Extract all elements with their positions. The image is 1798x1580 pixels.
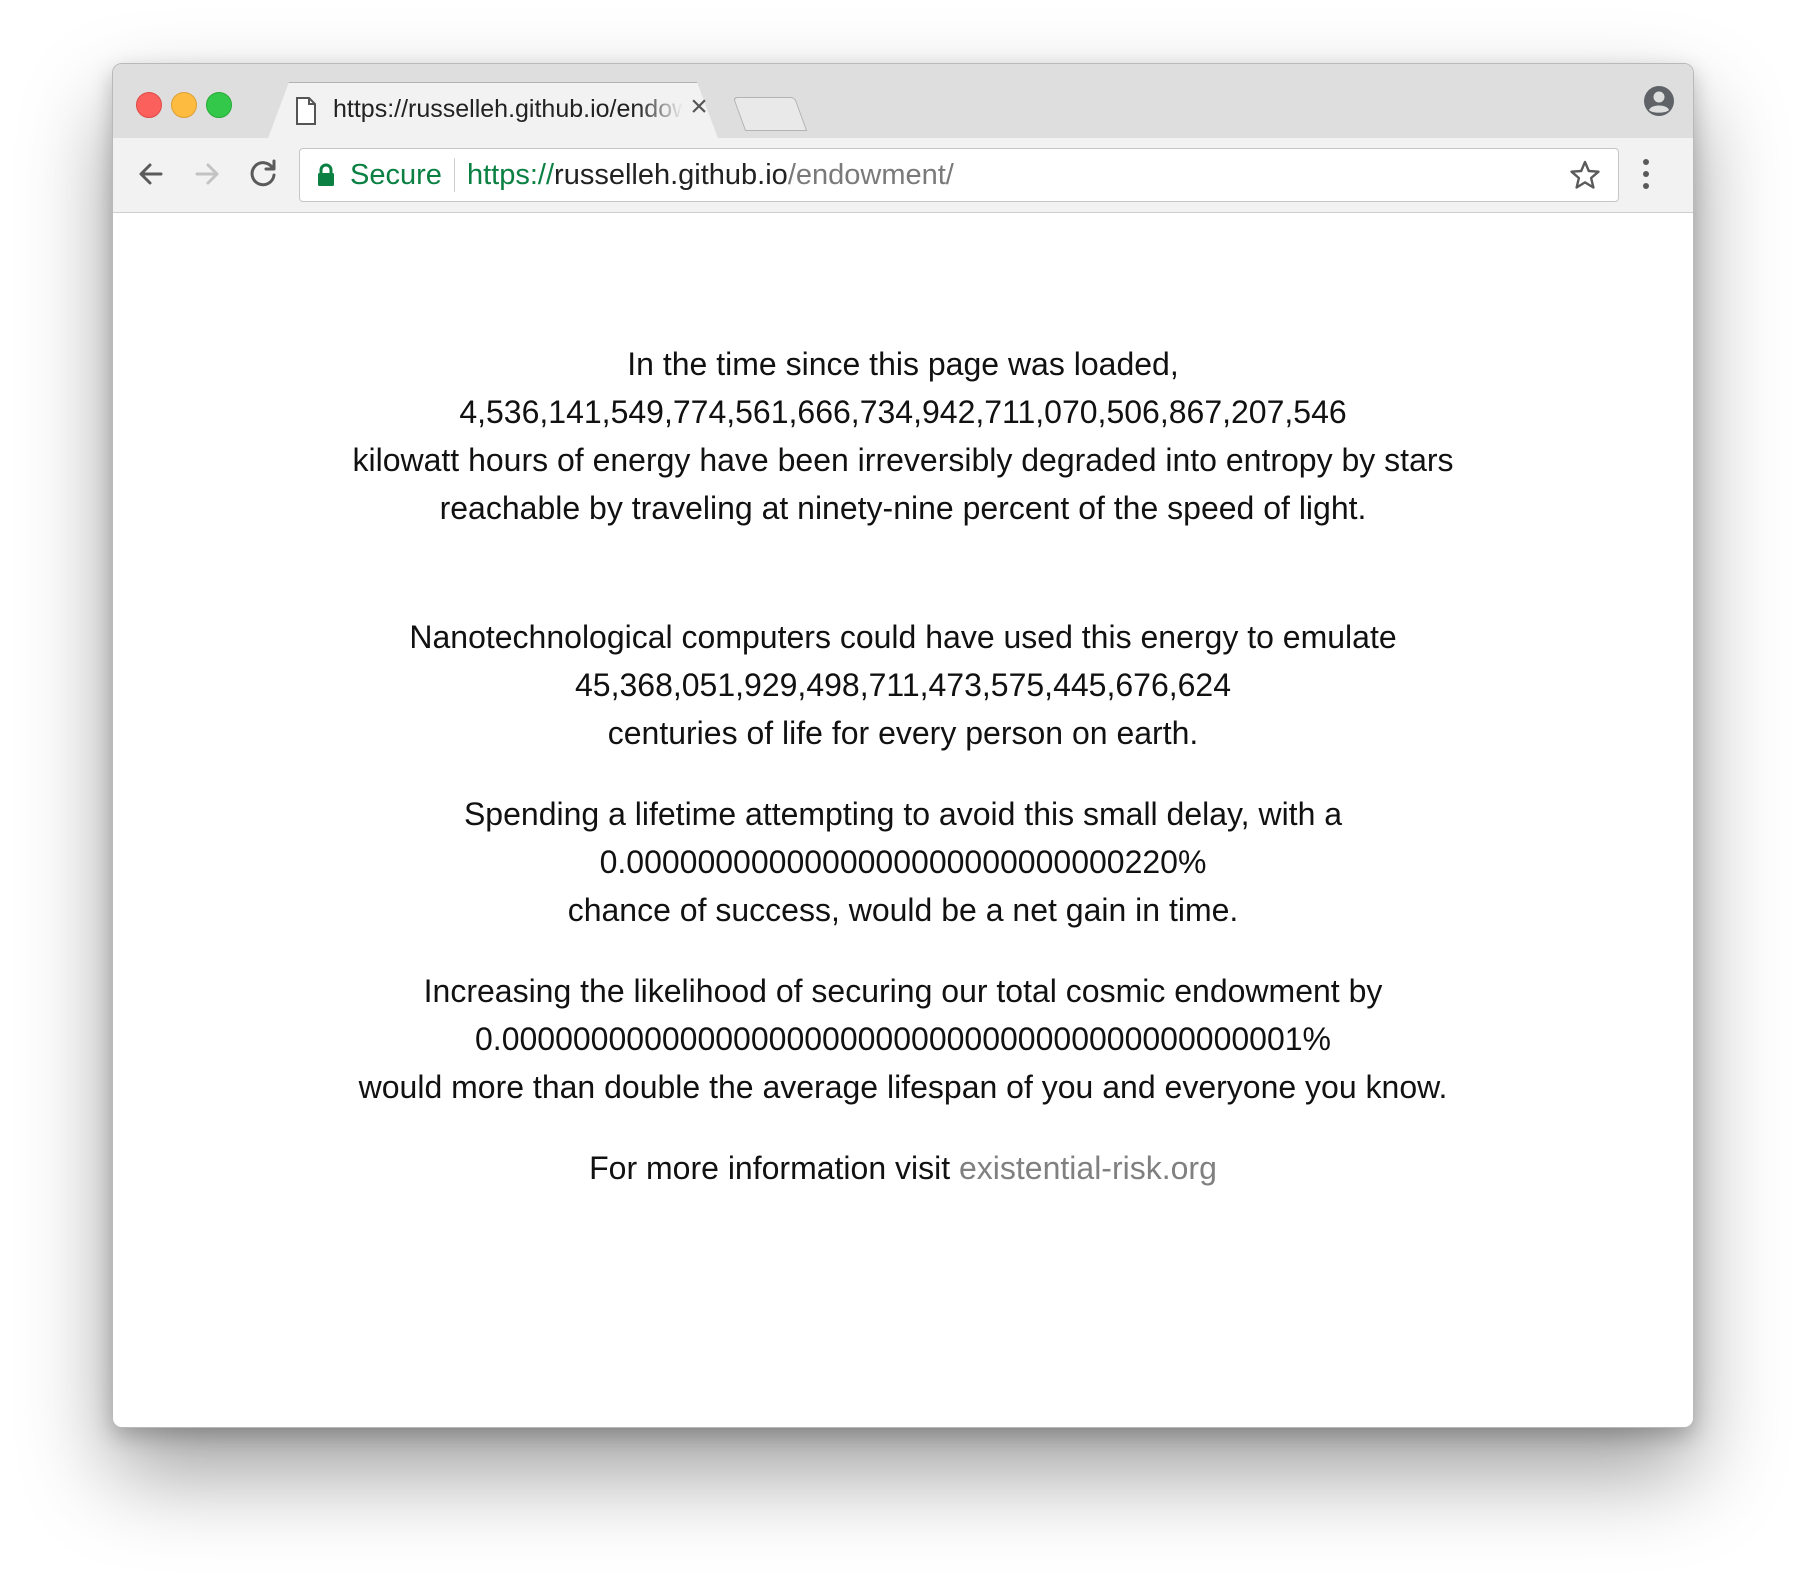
entropy-line-4: reachable by traveling at ninety-nine pe…	[439, 490, 1367, 526]
lifetime-intro: Spending a lifetime attempting to avoid …	[463, 796, 1343, 832]
profile-icon[interactable]	[1642, 84, 1676, 123]
entropy-line-3: kilowatt hours of energy have been irrev…	[352, 442, 1454, 478]
entropy-intro: In the time since this page was loaded,	[627, 346, 1179, 382]
more-info-paragraph: For more information visit existential-r…	[113, 1144, 1693, 1192]
more-info-prefix: For more information visit	[589, 1150, 959, 1186]
secure-label[interactable]: Secure	[350, 159, 442, 192]
chance-counter: 0.0000000000000000000000000000220%	[599, 844, 1207, 880]
new-tab-button[interactable]	[732, 97, 808, 131]
likelihood-counter: 0.00000000000000000000000000000000000000…	[475, 1021, 1331, 1057]
endowment-line-3: would more than double the average lifes…	[358, 1069, 1448, 1105]
zoom-window-button[interactable]	[206, 92, 232, 118]
centuries-counter: 45,368,051,929,498,711,473,575,445,676,6…	[574, 667, 1232, 703]
url-host: russelleh.github.io	[554, 159, 788, 191]
forward-arrow-icon[interactable]	[187, 154, 227, 194]
close-icon: ×	[690, 90, 708, 123]
browser-window: https://russelleh.github.io/endowment/ ×	[112, 63, 1694, 1428]
tab-strip: https://russelleh.github.io/endowment/ ×	[113, 64, 1693, 138]
page-content: In the time since this page was loaded, …	[113, 213, 1693, 1427]
close-window-button[interactable]	[136, 92, 162, 118]
emulation-intro: Nanotechnological computers could have u…	[409, 619, 1397, 655]
url-text[interactable]: https://russelleh.github.io/endowment/	[467, 159, 954, 192]
lock-icon[interactable]	[316, 163, 336, 192]
back-arrow-icon[interactable]	[131, 154, 171, 194]
document-icon	[295, 97, 317, 130]
omnibox-divider	[454, 158, 455, 192]
url-scheme: https://	[467, 159, 555, 191]
emulation-line-3: centuries of life for every person on ea…	[607, 715, 1199, 751]
browser-toolbar: Secure https://russelleh.github.io/endow…	[113, 138, 1693, 213]
emulation-paragraph: Nanotechnological computers could have u…	[113, 613, 1693, 757]
address-bar[interactable]: Secure https://russelleh.github.io/endow…	[299, 148, 1619, 202]
minimize-window-button[interactable]	[171, 92, 197, 118]
star-icon[interactable]	[1569, 159, 1601, 196]
entropy-paragraph: In the time since this page was loaded, …	[113, 340, 1693, 532]
reload-icon[interactable]	[244, 154, 284, 194]
lifetime-paragraph: Spending a lifetime attempting to avoid …	[113, 790, 1693, 934]
kwh-counter: 4,536,141,549,774,561,666,734,942,711,07…	[459, 394, 1347, 430]
endowment-intro: Increasing the likelihood of securing ou…	[423, 973, 1383, 1009]
more-vert-icon[interactable]	[1638, 154, 1654, 199]
tab-close-button[interactable]: ×	[687, 90, 711, 123]
tab-title: https://russelleh.github.io/endowment/	[333, 95, 683, 123]
existential-risk-link[interactable]: existential-risk.org	[959, 1150, 1217, 1186]
lifetime-line-3: chance of success, would be a net gain i…	[567, 892, 1239, 928]
endowment-paragraph: Increasing the likelihood of securing ou…	[113, 967, 1693, 1111]
url-path: /endowment/	[787, 159, 954, 191]
